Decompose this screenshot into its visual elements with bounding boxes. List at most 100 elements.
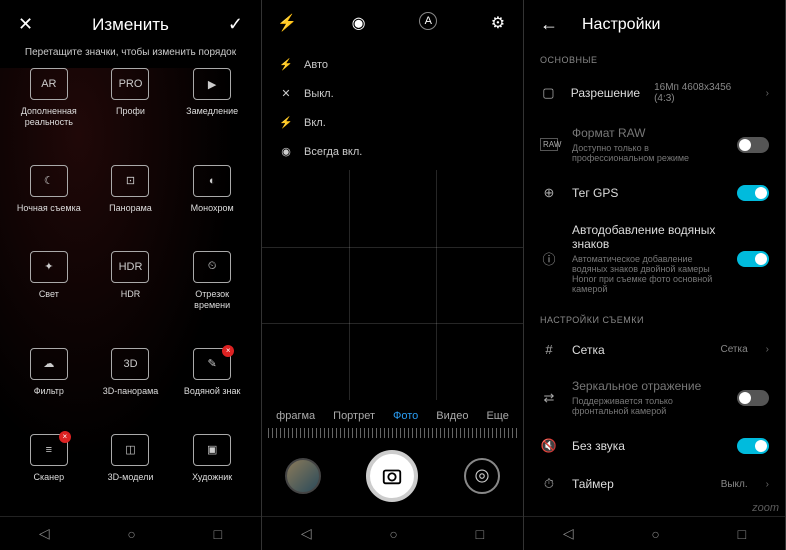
zoom-ruler[interactable]: [268, 428, 517, 438]
mode-icon: ◐: [193, 165, 231, 197]
nav-recent-icon[interactable]: □: [476, 526, 484, 542]
mode-item[interactable]: PRO Профи: [90, 68, 172, 161]
remove-badge[interactable]: ×: [59, 431, 71, 443]
flash-option[interactable]: ⚡Авто: [278, 50, 507, 79]
mode-icon: ⏲: [193, 251, 231, 283]
mode-tab[interactable]: Фото: [393, 410, 418, 422]
watermark-toggle[interactable]: [737, 251, 769, 267]
mode-item[interactable]: ☾Ночная съемка: [8, 165, 90, 247]
gps-label: Тег GPS: [572, 186, 723, 200]
flash-option-label: Вкл.: [304, 117, 326, 129]
nav-recent-icon[interactable]: □: [738, 526, 746, 542]
row-timer[interactable]: ⏱ Таймер Выкл. ›: [524, 465, 785, 503]
nav-bar: ◁ ○ □: [524, 516, 785, 550]
mode-tab[interactable]: Портрет: [333, 410, 375, 422]
row-grid[interactable]: # Сетка Сетка ›: [524, 331, 785, 368]
mode-item[interactable]: 3D3D-панорама: [90, 348, 172, 430]
mode-item[interactable]: ▶Замедление: [171, 68, 253, 161]
raw-toggle: [737, 137, 769, 153]
mute-toggle[interactable]: [737, 438, 769, 454]
mirror-label: Зеркальное отражение: [572, 379, 723, 393]
grid-line: [349, 170, 350, 400]
grid-line: [262, 247, 523, 248]
mode-icon: PRO: [111, 68, 149, 100]
back-icon[interactable]: ←: [540, 14, 558, 35]
edit-subtitle: Перетащите значки, чтобы изменить порядо…: [0, 43, 261, 68]
nav-home-icon[interactable]: ○: [389, 526, 397, 542]
nav-back-icon[interactable]: ◁: [301, 525, 312, 542]
flash-option-icon: ⚡: [278, 58, 294, 71]
gps-toggle[interactable]: [737, 185, 769, 201]
settings-body[interactable]: ОСНОВНЫЕ ▢ Разрешение 16Мп 4608x3456 (4:…: [524, 45, 785, 516]
confirm-icon[interactable]: ✓: [228, 14, 243, 35]
row-audio[interactable]: ⊪ Аудиоконтроль Выкл. ›: [524, 503, 785, 516]
settings-screen: ← Настройки ОСНОВНЫЕ ▢ Разрешение 16Мп 4…: [524, 0, 786, 550]
ai-icon[interactable]: A: [419, 12, 437, 30]
live-photo-icon[interactable]: ◉: [348, 12, 370, 34]
gallery-thumbnail[interactable]: [285, 458, 321, 494]
mode-label: Панорама: [109, 203, 152, 214]
mode-label: 3D-модели: [108, 472, 154, 483]
mode-item[interactable]: ◐Монохром: [171, 165, 253, 247]
row-mute[interactable]: 🔇 Без звука: [524, 427, 785, 465]
mode-label: Профи: [116, 106, 145, 117]
mode-item[interactable]: ≡×Сканер: [8, 434, 90, 516]
edit-title: Изменить: [92, 15, 169, 35]
flash-option-label: Всегда вкл.: [304, 146, 362, 158]
nav-home-icon[interactable]: ○: [127, 526, 135, 542]
flash-option[interactable]: ◉ Всегда вкл.: [278, 137, 507, 166]
close-icon[interactable]: ✕: [18, 14, 33, 35]
flash-option[interactable]: ✕Выкл.: [278, 79, 507, 108]
mode-item[interactable]: ◫3D-модели: [90, 434, 172, 516]
mode-icon: 3D: [111, 348, 149, 380]
camera-screen: ⚡ ◉ A ⚙ ⚡Авто✕Выкл.⚡Вкл.◉Всегда вкл. фра…: [262, 0, 524, 550]
shutter-button[interactable]: [366, 450, 418, 502]
mode-item[interactable]: ✎×Водяной знак: [171, 348, 253, 430]
row-watermark[interactable]: ⓘ Автодобавление водяных знаков Автомати…: [524, 212, 785, 305]
flash-option-label: Выкл.: [304, 88, 334, 100]
watermark-sub: Автоматическое добавление водяных знаков…: [572, 254, 723, 294]
edit-header: ✕ Изменить ✓: [0, 0, 261, 43]
mode-icon: AR: [30, 68, 68, 100]
mode-tab[interactable]: Видео: [436, 410, 468, 422]
mode-icon: ⊡: [111, 165, 149, 197]
nav-back-icon[interactable]: ◁: [563, 525, 574, 542]
section-main: ОСНОВНЫЕ: [524, 45, 785, 71]
mode-item[interactable]: ▣Художник: [171, 434, 253, 516]
flash-option[interactable]: ⚡Вкл.: [278, 108, 507, 137]
mode-label: Свет: [39, 289, 59, 300]
mode-tab[interactable]: Еще: [486, 410, 508, 422]
row-gps[interactable]: ⊕ Тег GPS: [524, 174, 785, 212]
mode-icon: ▣: [193, 434, 231, 466]
mode-item[interactable]: ✦Свет: [8, 251, 90, 344]
settings-icon[interactable]: ⚙: [487, 12, 509, 34]
mode-icon: ✎×: [193, 348, 231, 380]
mode-item[interactable]: ☁Фильтр: [8, 348, 90, 430]
mode-icon: ▶: [193, 68, 231, 100]
mode-label: Дополненная реальность: [21, 106, 77, 128]
mode-tab[interactable]: фрагма: [276, 410, 315, 422]
row-mirror: ⇄ Зеркальное отражение Поддерживается то…: [524, 368, 785, 427]
flash-option-icon: ◉: [278, 145, 294, 158]
row-resolution[interactable]: ▢ Разрешение 16Мп 4608x3456 (4:3) ›: [524, 71, 785, 115]
settings-header: ← Настройки: [524, 0, 785, 45]
audio-label: Аудиоконтроль: [572, 515, 707, 516]
viewfinder[interactable]: [262, 170, 523, 400]
timer-value: Выкл.: [721, 479, 748, 490]
raw-sub: Доступно только в профессиональном режим…: [572, 143, 723, 163]
gps-icon: ⊕: [540, 185, 558, 201]
nav-back-icon[interactable]: ◁: [39, 525, 50, 542]
mode-item[interactable]: AR Дополненная реальность: [8, 68, 90, 161]
mode-item[interactable]: ⊡ Панорама: [90, 165, 172, 247]
remove-badge[interactable]: ×: [222, 345, 234, 357]
nav-home-icon[interactable]: ○: [651, 526, 659, 542]
camera-top-bar: ⚡ ◉ A ⚙: [262, 0, 523, 46]
flash-icon[interactable]: ⚡: [276, 12, 298, 34]
switch-camera-button[interactable]: [464, 458, 500, 494]
grid-line: [436, 170, 437, 400]
mode-item[interactable]: ⏲Отрезок времени: [171, 251, 253, 344]
mute-icon: 🔇: [540, 438, 558, 454]
chevron-right-icon: ›: [766, 344, 769, 355]
mode-item[interactable]: HDRHDR: [90, 251, 172, 344]
nav-recent-icon[interactable]: □: [214, 526, 222, 542]
